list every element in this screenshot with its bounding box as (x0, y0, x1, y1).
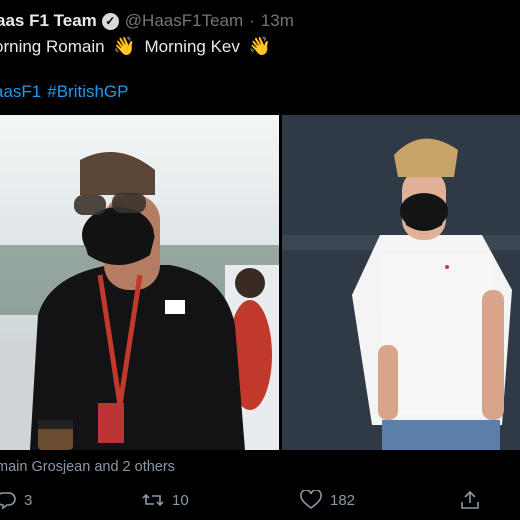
tweet-header: aas F1 Team ✓ @HaasF1Team · 13m (0, 9, 294, 33)
user-handle[interactable]: @HaasF1Team (125, 11, 243, 31)
tweet-hashtags: aasF1 #BritishGP (0, 82, 135, 102)
display-name[interactable]: aas F1 Team (0, 11, 97, 31)
retweet-icon (142, 493, 164, 507)
retweet-count: 10 (172, 491, 189, 509)
hashtag-link[interactable]: aasF1 (0, 82, 41, 101)
separator-dot: · (249, 11, 255, 30)
tagged-people-text: main Grosjean and 2 others (0, 459, 175, 475)
tweet-text-part: orning Romain (0, 37, 105, 56)
retweet-button[interactable]: 10 (142, 490, 189, 510)
tweet-actions: 3 10 182 (0, 490, 520, 516)
verified-badge-icon: ✓ (101, 12, 119, 30)
reply-button[interactable]: 3 (0, 490, 32, 510)
waving-hand-icon: 👋 (113, 36, 136, 56)
share-button[interactable] (460, 490, 488, 510)
tweet-media (0, 115, 520, 450)
like-button[interactable]: 182 (300, 490, 355, 510)
tweet-text-part: Morning Kev (144, 37, 240, 56)
reply-count: 3 (24, 491, 33, 509)
like-count: 182 (330, 491, 356, 509)
reply-icon (0, 492, 16, 510)
heart-icon (300, 490, 322, 510)
photo-romain[interactable] (0, 115, 279, 450)
tweet-text-line: orning Romain 👋 Morning Kev 👋 (0, 36, 275, 57)
tagged-people[interactable]: main Grosjean and 2 others (0, 459, 175, 475)
photo-kevin[interactable] (282, 115, 520, 450)
share-icon (461, 490, 479, 509)
hashtag-link[interactable]: #BritishGP (47, 82, 128, 101)
timestamp[interactable]: 13m (261, 11, 294, 31)
waving-hand-icon: 👋 (248, 36, 272, 56)
